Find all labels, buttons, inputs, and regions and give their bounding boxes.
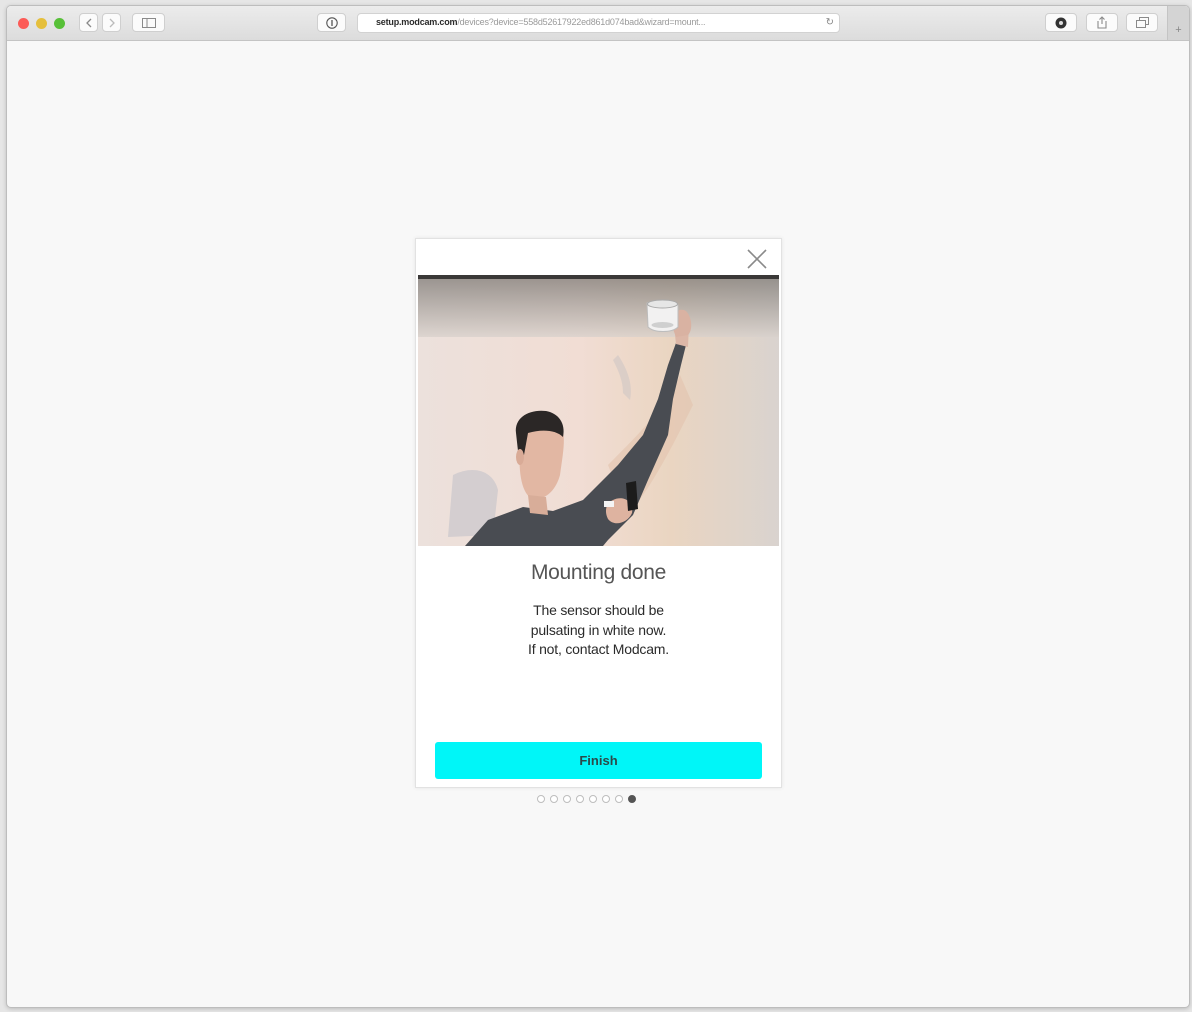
chevron-left-icon: [85, 18, 91, 27]
close-window-button[interactable]: [18, 18, 29, 29]
wizard-step-indicator: [537, 795, 636, 805]
info-icon: [325, 16, 338, 29]
step-dot-current[interactable]: [628, 795, 636, 803]
url-text: setup.modcam.com/devices?device=558d5261…: [376, 17, 816, 27]
extension-button[interactable]: [1045, 13, 1077, 32]
step-dot[interactable]: [537, 795, 545, 803]
close-button[interactable]: [745, 247, 769, 271]
zoom-window-button[interactable]: [54, 18, 65, 29]
site-info-button[interactable]: [317, 13, 346, 32]
tabs-icon: [1135, 17, 1149, 28]
url-host: setup.modcam.com: [376, 17, 458, 27]
step-dot[interactable]: [550, 795, 558, 803]
browser-window: setup.modcam.com/devices?device=558d5261…: [6, 5, 1190, 1008]
step-dot[interactable]: [589, 795, 597, 803]
sidebar-icon: [141, 17, 156, 28]
description-line: The sensor should be: [533, 602, 664, 618]
dialog-description: The sensor should be pulsating in white …: [456, 601, 741, 660]
dialog-title: Mounting done: [530, 561, 667, 584]
finish-button[interactable]: Finish: [435, 742, 762, 779]
new-tab-button[interactable]: +: [1167, 6, 1189, 40]
url-path: /devices?device=558d52617922ed861d074bad…: [457, 17, 706, 27]
step-dot[interactable]: [602, 795, 610, 803]
wizard-dialog: Mounting done The sensor should be pulsa…: [415, 238, 782, 788]
sidebar-toggle-button[interactable]: [132, 13, 165, 32]
step-dot[interactable]: [563, 795, 571, 803]
step-dot[interactable]: [576, 795, 584, 803]
close-icon: [747, 249, 767, 269]
address-bar[interactable]: setup.modcam.com/devices?device=558d5261…: [357, 13, 840, 33]
forward-button[interactable]: [102, 13, 121, 32]
mounting-photo: [418, 275, 779, 546]
tabs-overview-button[interactable]: [1126, 13, 1158, 32]
browser-toolbar: setup.modcam.com/devices?device=558d5261…: [7, 6, 1189, 41]
share-button[interactable]: [1086, 13, 1118, 32]
description-line: If not, contact Modcam.: [528, 641, 669, 657]
reload-icon[interactable]: ↻: [826, 17, 834, 28]
plus-icon: +: [1175, 24, 1182, 36]
step-dot[interactable]: [615, 795, 623, 803]
minimize-window-button[interactable]: [36, 18, 47, 29]
extension-icon: [1055, 17, 1067, 28]
chevron-right-icon: [109, 18, 115, 27]
share-icon: [1097, 16, 1107, 29]
description-line: pulsating in white now.: [530, 621, 667, 638]
back-button[interactable]: [79, 13, 98, 32]
